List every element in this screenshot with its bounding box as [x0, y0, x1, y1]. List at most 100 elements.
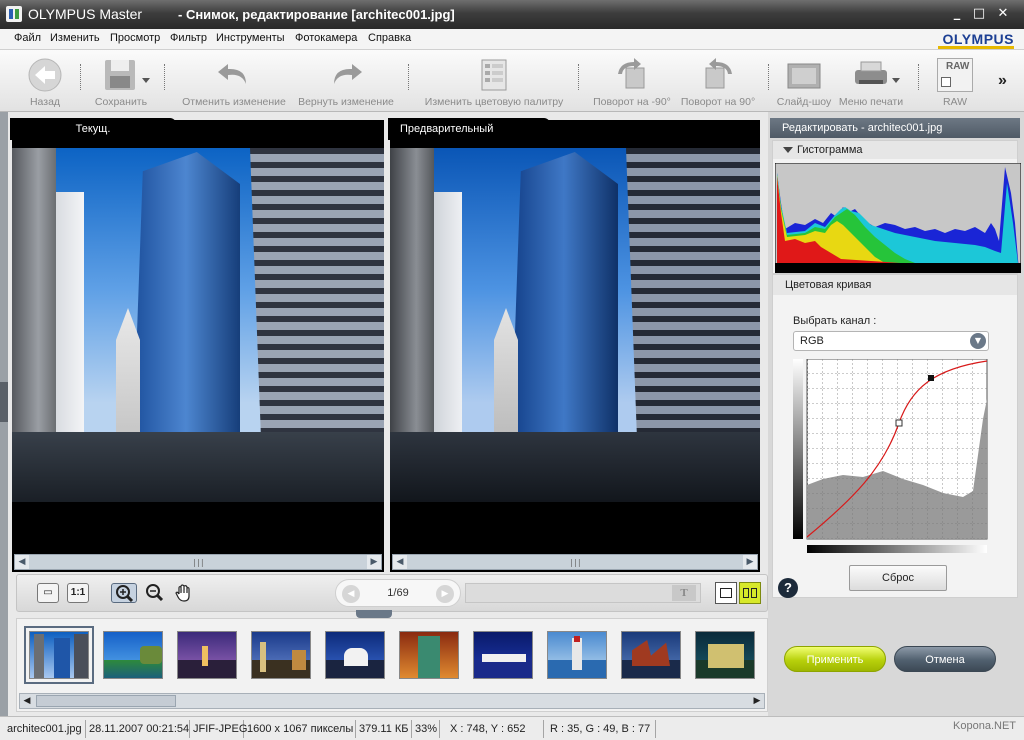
building-tower: [434, 192, 462, 432]
minimize-button[interactable]: _: [948, 5, 966, 23]
status-dimensions: 1600 x 1067 пикселы: [244, 720, 356, 738]
compare-view-button[interactable]: [739, 582, 761, 604]
menu-view[interactable]: Просмотр: [110, 32, 160, 44]
change-palette-label: Изменить цветовую палитру: [424, 96, 564, 108]
toolbar: Назад Сохранить Отменить изменение Верну…: [0, 50, 1024, 112]
toolbar-separator: [408, 64, 410, 90]
channel-label: Выбрать канал :: [793, 315, 877, 327]
rotate-left-button[interactable]: Поворот на -90°: [588, 56, 676, 110]
status-coordinates: X : 748, Y : 652: [440, 720, 544, 738]
status-datetime: 28.11.2007 00:21:54: [86, 720, 190, 738]
left-panel-strip[interactable]: [0, 112, 8, 716]
print-dropdown-icon[interactable]: [892, 78, 900, 83]
menu-file[interactable]: Файл: [14, 32, 41, 44]
menu-camera[interactable]: Фотокамера: [295, 32, 357, 44]
magnifier-minus-icon: [146, 584, 164, 602]
channel-select[interactable]: RGB ▼: [793, 331, 989, 351]
apply-button[interactable]: Применить: [784, 646, 886, 672]
tab-current[interactable]: Текущ.: [10, 118, 176, 140]
tone-curve-graph[interactable]: [793, 359, 989, 559]
thumbnail[interactable]: [251, 631, 311, 679]
toolbar-separator: [768, 64, 770, 90]
preview-photo: [390, 148, 760, 502]
scroll-left-icon[interactable]: ◀: [15, 555, 29, 569]
fit-window-button[interactable]: ▭: [37, 583, 59, 603]
save-button[interactable]: Сохранить: [90, 56, 152, 110]
thumbnail[interactable]: [473, 631, 533, 679]
tab-preview[interactable]: Предварительный просмотр: [388, 118, 550, 157]
zoom-out-icon[interactable]: [143, 583, 165, 603]
collapse-triangle-icon[interactable]: [783, 147, 793, 153]
reset-button[interactable]: Сброс: [849, 565, 947, 591]
thumbnail[interactable]: [695, 631, 755, 679]
next-image-icon[interactable]: ▶: [436, 585, 454, 603]
menu-edit[interactable]: Изменить: [50, 32, 100, 44]
thumbnail[interactable]: [24, 626, 94, 684]
redo-button[interactable]: Вернуть изменение: [294, 56, 398, 110]
undo-label: Отменить изменение: [182, 96, 286, 108]
help-icon[interactable]: ?: [778, 578, 798, 598]
menu-tools[interactable]: Инструменты: [216, 32, 285, 44]
zoom-in-icon[interactable]: [111, 583, 137, 603]
scroll-right-icon[interactable]: ▶: [750, 694, 764, 708]
magnifier-plus-icon: [116, 585, 134, 603]
raw-label: RAW: [942, 96, 968, 108]
scroll-left-icon[interactable]: ◀: [20, 694, 34, 708]
filmstrip: ◀ ▶: [16, 618, 768, 712]
cancel-button[interactable]: Отмена: [894, 646, 996, 672]
street-ground: [390, 432, 760, 502]
save-dropdown-icon[interactable]: [142, 78, 150, 83]
toolbar-separator: [164, 64, 166, 90]
slideshow-button[interactable]: Слайд-шоу: [776, 56, 832, 110]
rotate-right-label: Поворот на 90°: [680, 96, 756, 108]
left-panel-grip[interactable]: [0, 382, 8, 422]
scroll-right-icon[interactable]: ▶: [367, 555, 381, 569]
channel-value: RGB: [800, 335, 824, 347]
redo-label: Вернуть изменение: [298, 96, 394, 108]
color-curve-title[interactable]: Цветовая кривая: [773, 275, 1017, 295]
thumbnail[interactable]: [399, 631, 459, 679]
raw-badge: RAW: [946, 61, 970, 72]
previous-image-icon[interactable]: ◀: [342, 585, 360, 603]
menu-filter[interactable]: Фильтр: [170, 32, 207, 44]
status-zoom: 33%: [412, 720, 440, 738]
print-menu-button[interactable]: Меню печати: [834, 56, 908, 110]
current-view-scrollbar[interactable]: ◀ ||| ▶: [14, 554, 382, 570]
scroll-grip-icon[interactable]: |||: [192, 558, 204, 567]
close-button[interactable]: ✕: [994, 5, 1012, 23]
undo-button[interactable]: Отменить изменение: [178, 56, 290, 110]
thumbnail[interactable]: [177, 631, 237, 679]
single-view-button[interactable]: [715, 582, 737, 604]
preview-scrollbar[interactable]: ◀ ||| ▶: [392, 554, 758, 570]
thumbnail[interactable]: [103, 631, 163, 679]
raw-button[interactable]: RAW RAW: [928, 56, 982, 110]
menu-help[interactable]: Справка: [368, 32, 411, 44]
chevron-down-icon[interactable]: ▼: [970, 333, 986, 349]
watermark: Kopona.NET: [953, 720, 1016, 732]
scroll-grip-icon[interactable]: |||: [569, 558, 581, 567]
page-navigator: ◀ 1/69 ▶: [335, 579, 461, 607]
scroll-left-icon[interactable]: ◀: [393, 555, 407, 569]
back-button[interactable]: Назад: [20, 56, 70, 110]
toolbar-separator: [80, 64, 82, 90]
navigator-track[interactable]: T: [465, 583, 701, 603]
filmstrip-scroll-thumb[interactable]: [36, 695, 176, 707]
filmstrip-toggle-handle[interactable]: [356, 610, 392, 618]
scroll-right-icon[interactable]: ▶: [743, 555, 757, 569]
thumbnail[interactable]: [547, 631, 607, 679]
change-palette-button[interactable]: Изменить цветовую палитру: [418, 56, 570, 110]
hand-pan-icon[interactable]: [173, 583, 195, 603]
compare-view-icon: [743, 588, 749, 598]
thumbnail[interactable]: [325, 631, 385, 679]
maximize-button[interactable]: □: [970, 5, 988, 23]
toolbar-overflow-button[interactable]: »: [998, 72, 1007, 90]
actual-size-button[interactable]: 1:1: [67, 583, 89, 603]
rotate-right-button[interactable]: Поворот на 90°: [676, 56, 760, 110]
palette-table-icon: [481, 59, 507, 91]
text-tool-icon[interactable]: T: [672, 585, 696, 601]
thumbnail[interactable]: [621, 631, 681, 679]
raw-icon: RAW: [937, 58, 973, 92]
histogram-title[interactable]: Гистограмма: [773, 141, 1017, 159]
undo-icon: [218, 64, 246, 84]
filmstrip-scrollbar[interactable]: ◀ ▶: [19, 693, 765, 709]
